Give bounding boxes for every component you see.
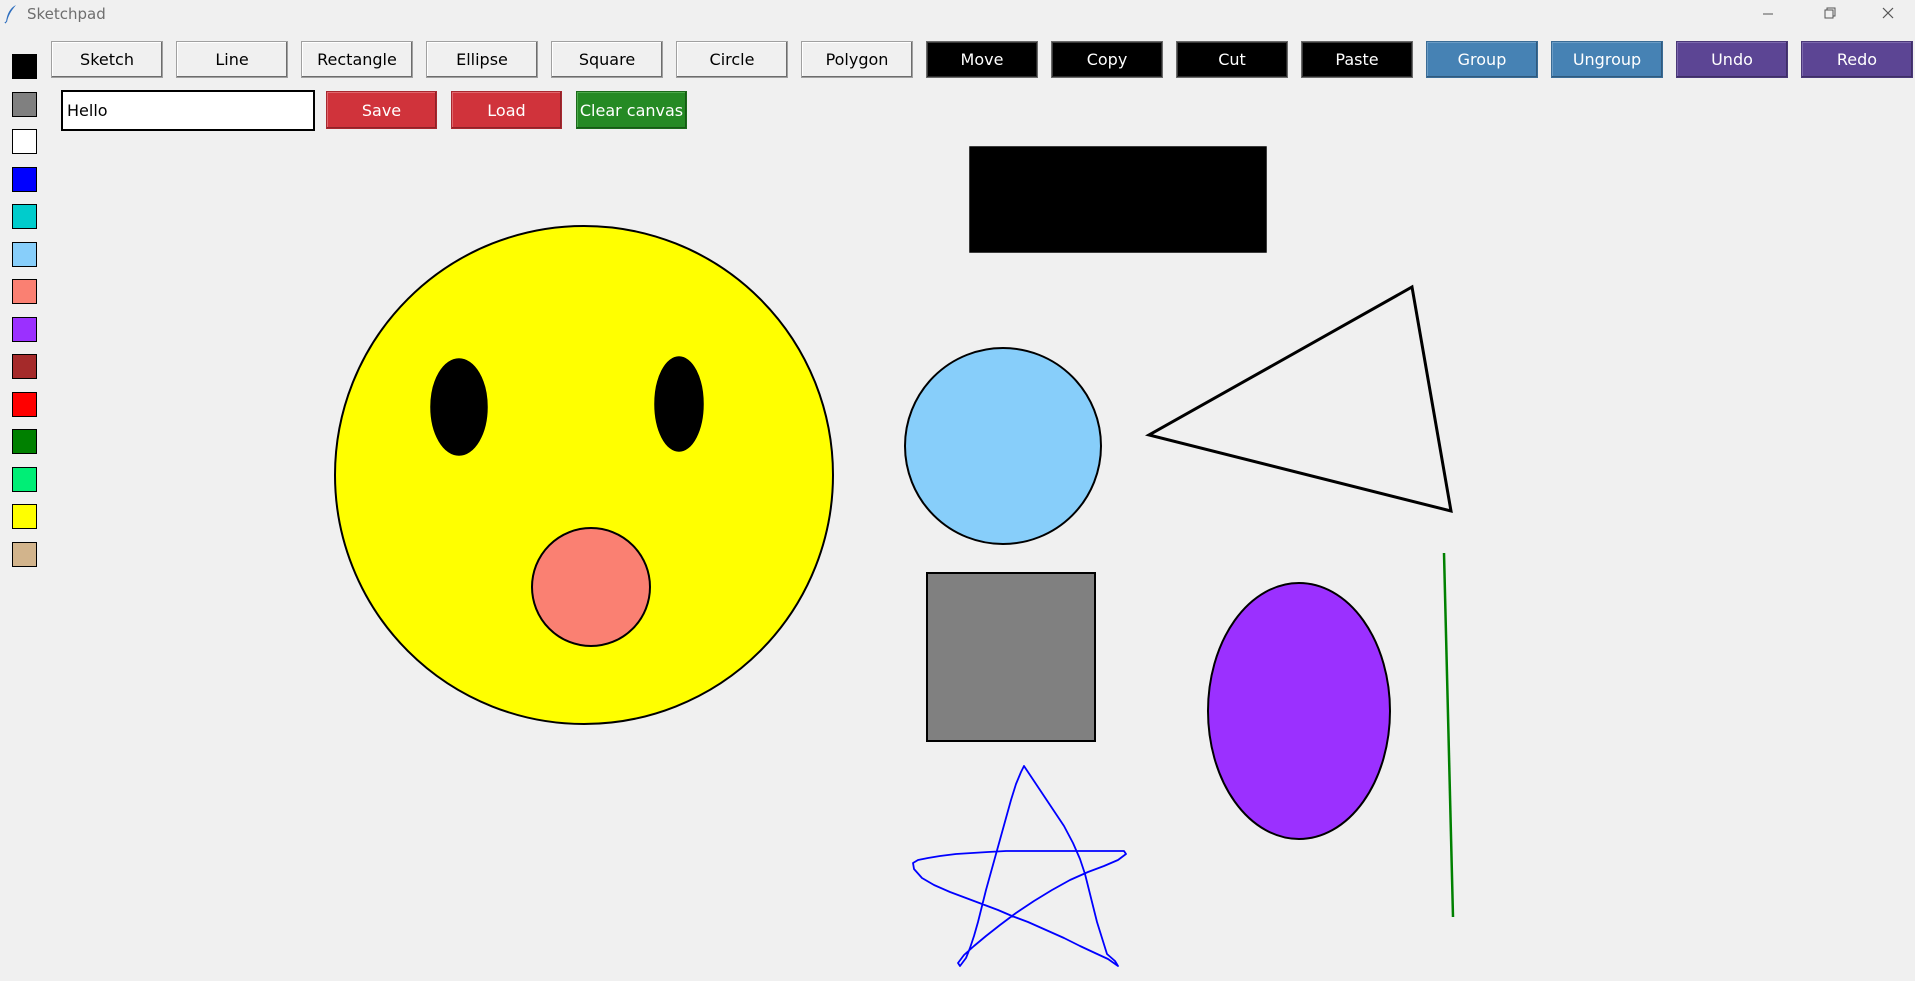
palette-swatch[interactable] xyxy=(12,392,37,417)
palette-swatch[interactable] xyxy=(12,542,37,567)
restore-button[interactable] xyxy=(1800,0,1856,29)
palette-swatch[interactable] xyxy=(12,92,37,117)
palette-swatch[interactable] xyxy=(12,317,37,342)
text-entry-field[interactable] xyxy=(61,90,315,131)
triangle-outline-shape[interactable] xyxy=(1144,284,1453,514)
undo-tool-button[interactable]: Undo xyxy=(1676,41,1788,78)
group-tool-button[interactable]: Group xyxy=(1426,41,1538,78)
left-eye-ellipse-shape[interactable] xyxy=(430,358,488,456)
palette-swatch[interactable] xyxy=(12,242,37,267)
palette-swatch[interactable] xyxy=(12,279,37,304)
palette-swatch[interactable] xyxy=(12,54,37,79)
ellipse-tool-button[interactable]: Ellipse xyxy=(426,41,538,78)
sketch-tool-button[interactable]: Sketch xyxy=(51,41,163,78)
title-bar: Sketchpad xyxy=(0,0,1915,29)
square-tool-button[interactable]: Square xyxy=(551,41,663,78)
clear-canvas-button[interactable]: Clear canvas xyxy=(576,91,687,129)
drawing-canvas[interactable] xyxy=(0,0,1915,981)
green-line-shape[interactable] xyxy=(1442,552,1455,918)
ungroup-tool-button[interactable]: Ungroup xyxy=(1551,41,1663,78)
mouth-circle-shape[interactable] xyxy=(531,527,651,647)
line-tool-button[interactable]: Line xyxy=(176,41,288,78)
window-title: Sketchpad xyxy=(27,5,106,23)
gray-square-shape[interactable] xyxy=(926,572,1096,742)
rectangle-tool-button[interactable]: Rectangle xyxy=(301,41,413,78)
circle-tool-button[interactable]: Circle xyxy=(676,41,788,78)
palette-swatch[interactable] xyxy=(12,167,37,192)
copy-tool-button[interactable]: Copy xyxy=(1051,41,1163,78)
yellow-face-circle-shape[interactable] xyxy=(334,225,834,725)
purple-ellipse-shape[interactable] xyxy=(1207,582,1391,840)
palette-swatch[interactable] xyxy=(12,129,37,154)
move-tool-button[interactable]: Move xyxy=(926,41,1038,78)
right-eye-ellipse-shape[interactable] xyxy=(654,356,704,452)
redo-tool-button[interactable]: Redo xyxy=(1801,41,1913,78)
save-button[interactable]: Save xyxy=(326,91,437,129)
feather-icon xyxy=(4,5,16,24)
black-rectangle-shape[interactable] xyxy=(969,146,1267,253)
palette-swatch[interactable] xyxy=(12,354,37,379)
palette-swatch[interactable] xyxy=(12,204,37,229)
cut-tool-button[interactable]: Cut xyxy=(1176,41,1288,78)
palette-swatch[interactable] xyxy=(12,504,37,529)
paste-tool-button[interactable]: Paste xyxy=(1301,41,1413,78)
palette-swatch[interactable] xyxy=(12,467,37,492)
close-icon xyxy=(1882,7,1894,19)
palette-swatch[interactable] xyxy=(12,429,37,454)
close-button[interactable] xyxy=(1860,0,1915,29)
restore-icon xyxy=(1824,7,1836,19)
minimize-button[interactable] xyxy=(1740,0,1796,29)
light-blue-circle-shape[interactable] xyxy=(904,347,1102,545)
blue-star-sketch-shape[interactable] xyxy=(912,765,1127,967)
minimize-icon xyxy=(1763,13,1773,15)
polygon-tool-button[interactable]: Polygon xyxy=(801,41,913,78)
load-button[interactable]: Load xyxy=(451,91,562,129)
